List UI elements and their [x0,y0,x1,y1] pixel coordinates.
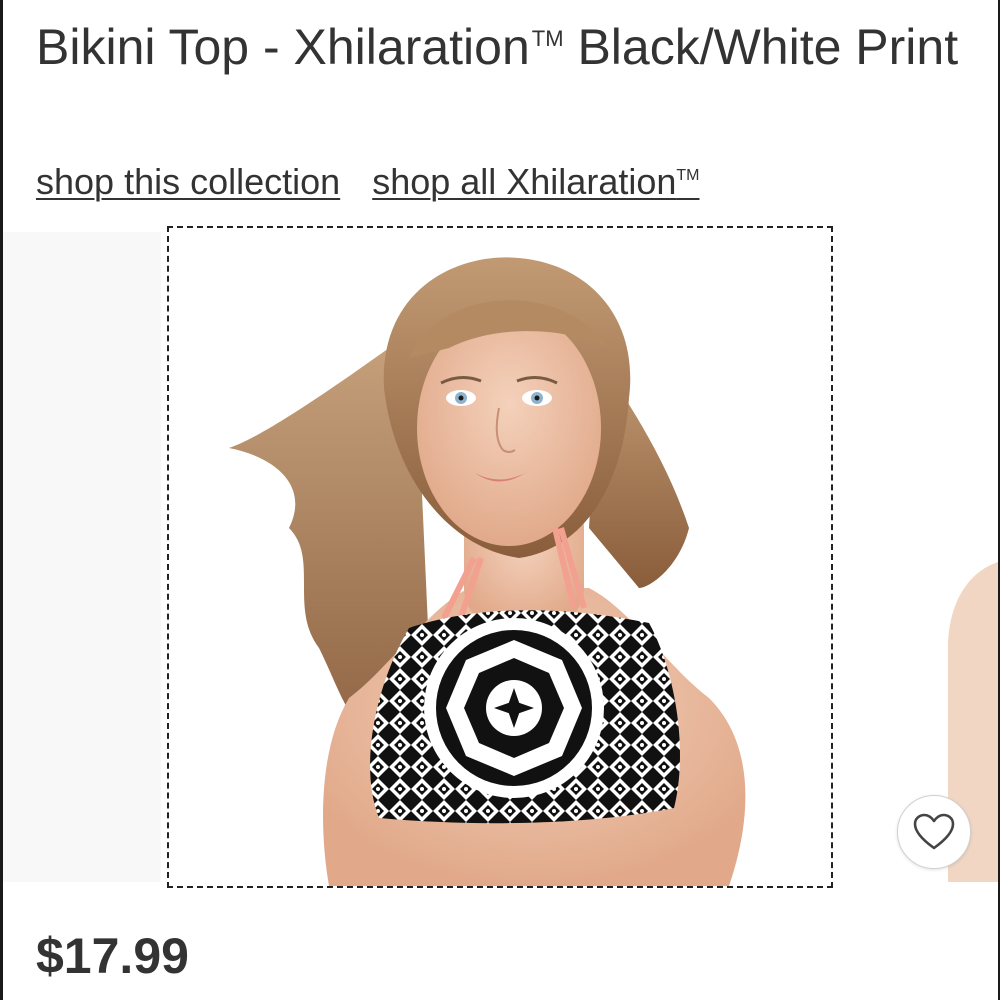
collection-links: shop this collection shop all Xhilaratio… [36,152,700,206]
heart-outline-icon [913,813,955,850]
shop-brand-link[interactable]: shop all XhilarationTM [372,161,699,202]
shop-collection-link[interactable]: shop this collection [36,161,340,202]
product-title-main: Bikini Top - Xhilaration [36,19,530,75]
product-page: Bikini Top - XhilarationTM Black/White P… [0,0,1000,1000]
shop-brand-link-label: shop all Xhilaration [372,161,677,202]
product-title-rest: Black/White Print [563,19,959,75]
product-price: $17.99 [36,928,189,984]
model-photo [229,257,746,886]
favorite-button[interactable] [897,795,971,869]
product-title: Bikini Top - XhilarationTM Black/White P… [36,6,976,80]
brand-trademark: TM [676,167,700,184]
product-image-carousel[interactable] [3,226,998,888]
trademark-symbol: TM [531,26,564,51]
main-product-image[interactable] [167,226,833,888]
previous-slide-image[interactable] [3,232,161,882]
